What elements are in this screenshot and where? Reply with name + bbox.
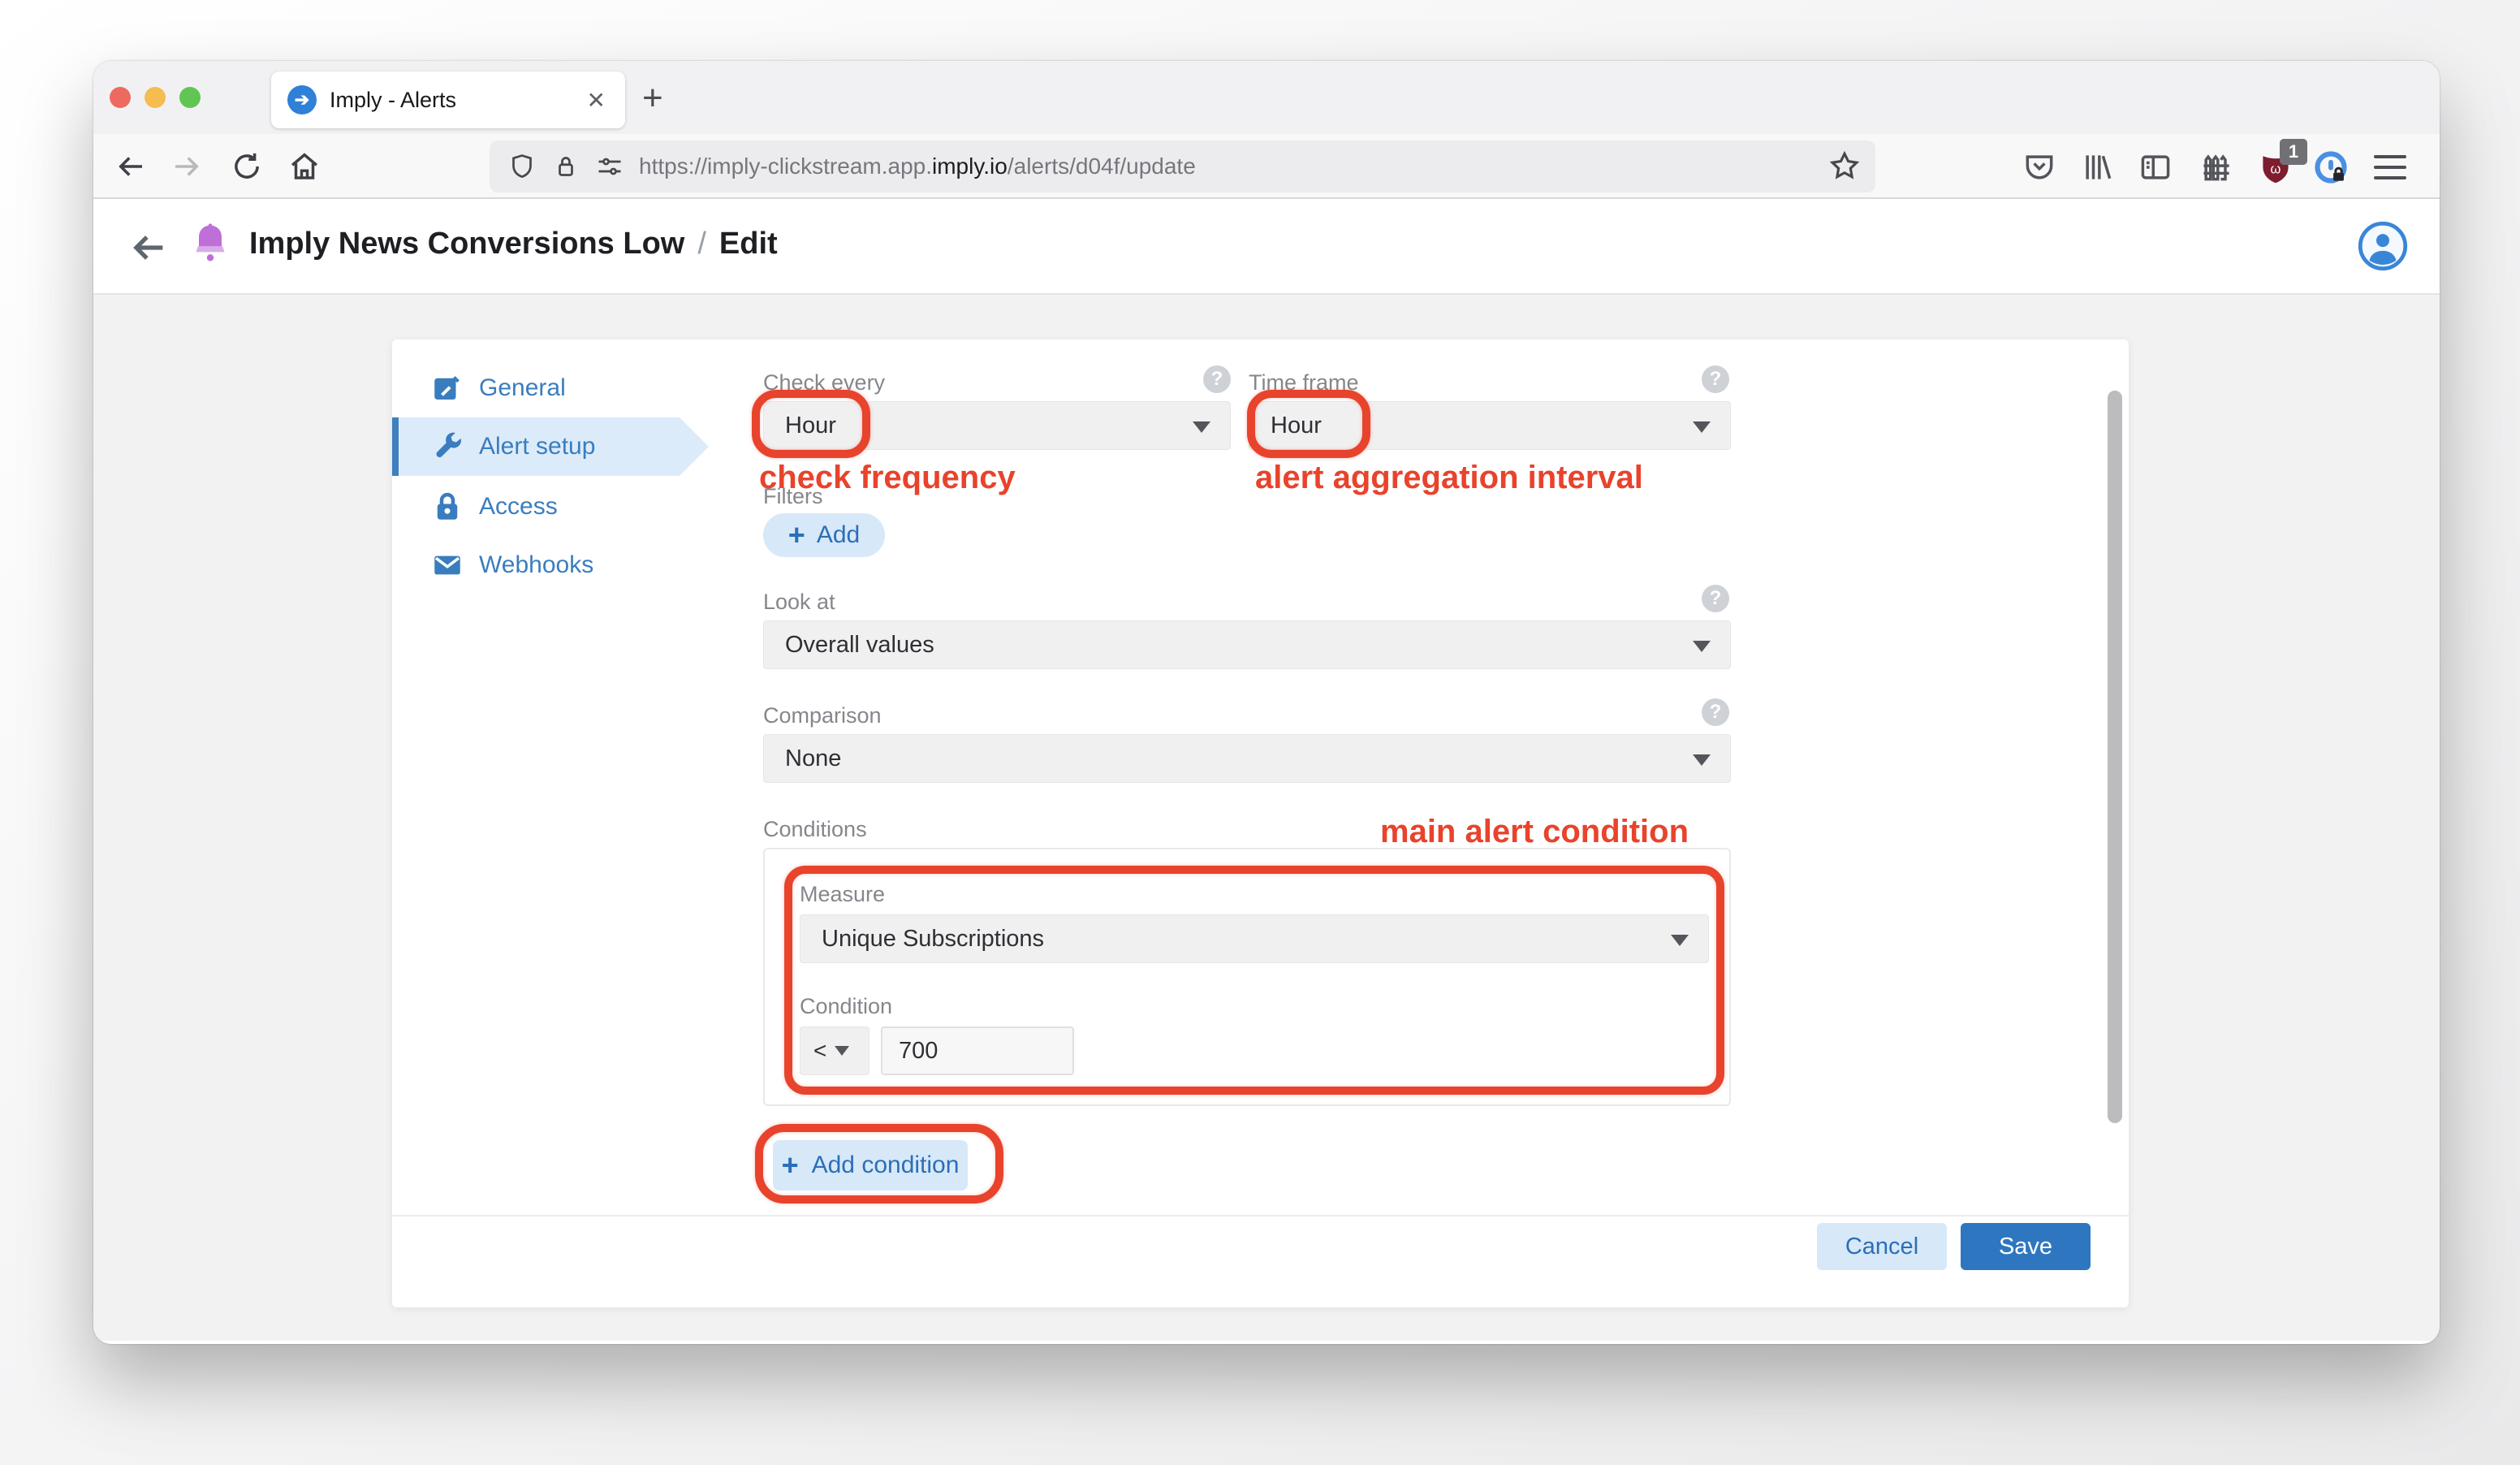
add-condition-button[interactable]: + Add condition	[773, 1140, 968, 1191]
card-footer-divider	[392, 1215, 2129, 1217]
measure-label: Measure	[800, 882, 886, 906]
pocket-icon[interactable]	[2021, 149, 2058, 186]
sidebar-item-alert-setup[interactable]: Alert setup	[392, 417, 717, 476]
annotation-main-condition: main alert condition	[1380, 814, 1689, 849]
window-close-button[interactable]	[110, 87, 131, 108]
permissions-icon[interactable]	[595, 152, 624, 181]
tab-favicon-icon: ➔	[287, 85, 317, 115]
sidebar-item-webhooks[interactable]: Webhooks	[392, 536, 717, 594]
sidebar-item-general[interactable]: General	[392, 359, 717, 417]
breadcrumb: Imply News Conversions Low / Edit	[249, 227, 778, 261]
comparison-dropdown[interactable]: None	[763, 734, 1731, 783]
tracking-shield-icon[interactable]	[507, 152, 537, 181]
adblock-shield-icon[interactable]: ω 1	[2257, 139, 2307, 186]
check-every-label: Check every	[763, 370, 886, 395]
forward-icon[interactable]	[169, 149, 205, 184]
browser-toolbar: https://imply-clickstream.app.imply.io/a…	[93, 134, 2440, 199]
back-icon[interactable]	[113, 149, 149, 184]
save-button[interactable]: Save	[1961, 1223, 2091, 1270]
time-frame-dropdown[interactable]: Hour	[1249, 401, 1731, 450]
comparison-label: Comparison	[763, 703, 882, 728]
cancel-button[interactable]: Cancel	[1817, 1223, 1947, 1270]
chevron-down-icon	[1671, 935, 1689, 946]
tab-close-icon[interactable]: ✕	[584, 87, 609, 114]
breadcrumb-separator: /	[697, 227, 706, 261]
add-filter-button[interactable]: + Add	[763, 513, 885, 557]
add-condition-label: Add condition	[811, 1152, 960, 1178]
svg-text:ω: ω	[2271, 162, 2281, 176]
sidebar-toggle-icon[interactable]	[2137, 149, 2174, 186]
measure-value: Unique Subscriptions	[822, 925, 1045, 952]
check-every-help-icon[interactable]: ?	[1203, 365, 1231, 393]
fence-extension-icon[interactable]	[2198, 149, 2235, 186]
extension-badge: 1	[2280, 139, 2307, 165]
threshold-input[interactable]	[881, 1026, 1074, 1075]
time-frame-help-icon[interactable]: ?	[1702, 365, 1729, 393]
bookmark-star-icon[interactable]	[1827, 149, 1862, 183]
user-avatar[interactable]	[2357, 220, 2409, 272]
check-every-value: Hour	[785, 412, 836, 439]
annotation-check-frequency: check frequency	[759, 460, 1016, 495]
sidebar-item-label: General	[479, 374, 566, 401]
operator-dropdown[interactable]: <	[800, 1026, 869, 1075]
chevron-down-icon	[835, 1046, 850, 1056]
browser-window: ➔ Imply - Alerts ✕ + https://imply-click…	[93, 61, 2440, 1344]
page-background: General Alert setup Access Webhooks Chec…	[93, 295, 2440, 1341]
url-bar[interactable]: https://imply-clickstream.app.imply.io/a…	[490, 140, 1875, 192]
new-tab-button[interactable]: +	[642, 79, 663, 118]
annotation-aggregation-interval: alert aggregation interval	[1255, 460, 1643, 495]
conditions-label: Conditions	[763, 817, 867, 841]
chevron-down-icon	[1693, 421, 1711, 433]
alert-bell-icon	[188, 222, 233, 272]
time-frame-label: Time frame	[1249, 370, 1359, 395]
look-at-label: Look at	[763, 590, 835, 614]
comparison-help-icon[interactable]: ?	[1702, 698, 1729, 726]
page-mode: Edit	[718, 227, 778, 261]
check-every-dropdown[interactable]: Hour	[763, 401, 1231, 450]
envelope-icon	[430, 548, 464, 582]
lock-icon[interactable]	[551, 152, 580, 181]
page-title: Imply News Conversions Low	[249, 227, 685, 261]
sidebar-item-label: Webhooks	[479, 551, 594, 578]
add-filter-label: Add	[816, 521, 861, 548]
menu-hamburger-icon[interactable]	[2371, 149, 2409, 186]
comparison-value: None	[785, 745, 842, 771]
measure-dropdown[interactable]: Unique Subscriptions	[800, 914, 1709, 963]
tab-title: Imply - Alerts	[330, 87, 457, 112]
password-manager-icon[interactable]	[2312, 149, 2350, 186]
condition-label: Condition	[800, 994, 893, 1018]
url-text: https://imply-clickstream.app.imply.io/a…	[639, 153, 1196, 179]
sidebar-item-access[interactable]: Access	[392, 478, 717, 536]
alert-edit-card: General Alert setup Access Webhooks Chec…	[392, 339, 2129, 1307]
card-scrollbar[interactable]	[2108, 391, 2122, 1123]
padlock-icon	[430, 490, 464, 524]
app-header: Imply News Conversions Low / Edit	[93, 199, 2440, 295]
look-at-value: Overall values	[785, 631, 934, 658]
plus-icon: +	[781, 1148, 799, 1182]
sidebar-item-label: Access	[479, 493, 558, 520]
reload-icon[interactable]	[229, 149, 265, 184]
look-at-dropdown[interactable]: Overall values	[763, 620, 1731, 669]
app-back-icon[interactable]	[127, 227, 170, 269]
look-at-help-icon[interactable]: ?	[1702, 585, 1729, 612]
chevron-down-icon	[1693, 754, 1711, 766]
edit-square-icon	[430, 371, 464, 405]
library-icon[interactable]	[2079, 149, 2117, 186]
chevron-down-icon	[1193, 421, 1210, 433]
window-zoom-button[interactable]	[179, 87, 201, 108]
operator-value: <	[813, 1038, 827, 1063]
plus-icon: +	[788, 518, 805, 551]
wrench-icon	[430, 430, 464, 464]
home-icon[interactable]	[287, 149, 322, 184]
browser-tab[interactable]: ➔ Imply - Alerts ✕	[271, 71, 625, 128]
tab-bar: ➔ Imply - Alerts ✕ +	[93, 61, 2440, 134]
time-frame-value: Hour	[1271, 412, 1322, 439]
chevron-down-icon	[1693, 641, 1711, 652]
sidebar-item-label: Alert setup	[479, 433, 596, 460]
window-minimize-button[interactable]	[145, 87, 166, 108]
